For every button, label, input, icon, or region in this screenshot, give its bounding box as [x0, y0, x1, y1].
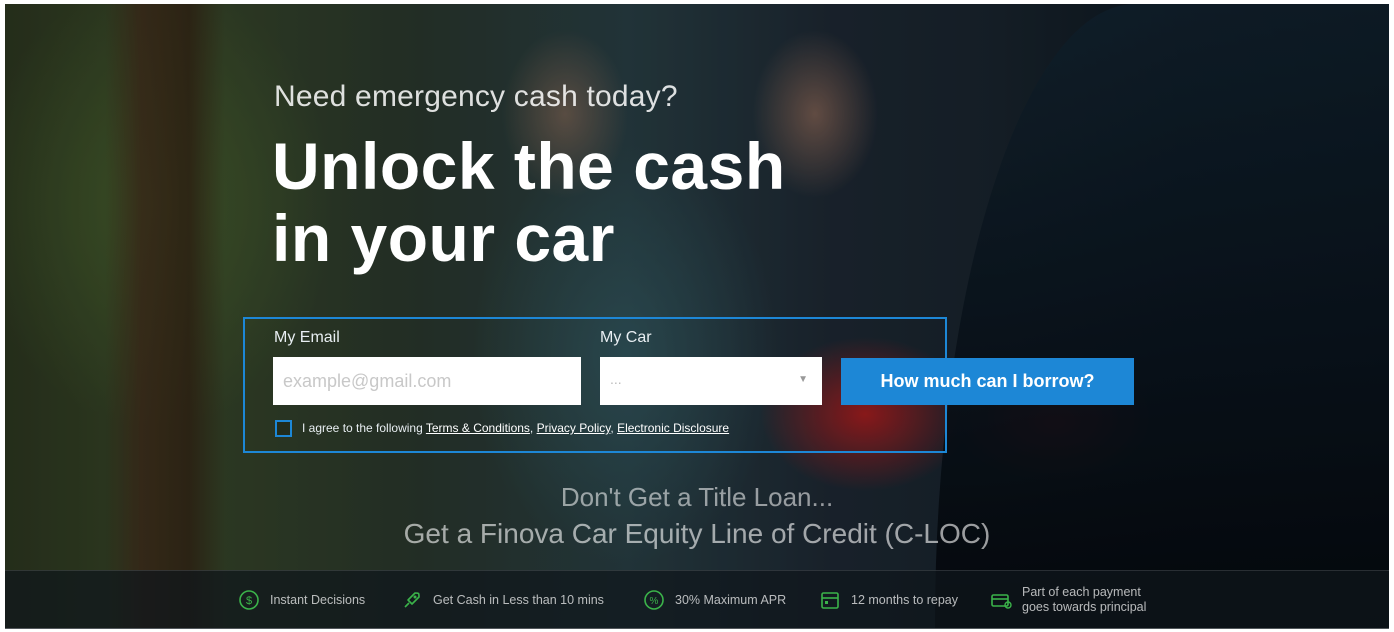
payment-icon [990, 589, 1012, 611]
hero-tagline: Need emergency cash today? [274, 80, 678, 113]
feature-cash-speed: Get Cash in Less than 10 mins [401, 571, 604, 629]
agree-prefix: I agree to the following [302, 421, 423, 435]
feature-label: Get Cash in Less than 10 mins [433, 593, 604, 607]
car-select[interactable]: ... ▼ [600, 357, 822, 405]
calendar-icon [819, 589, 841, 611]
feature-max-apr: % 30% Maximum APR [643, 571, 786, 629]
feature-label: Instant Decisions [270, 593, 366, 607]
car-select-value: ... [610, 371, 622, 387]
subheadline-line-2: Get a Finova Car Equity Line of Credit (… [403, 518, 991, 549]
feature-instant-decisions: $ Instant Decisions [238, 571, 365, 629]
dollar-icon: $ [238, 589, 260, 611]
borrow-button[interactable]: How much can I borrow? [841, 358, 1134, 405]
feature-label: 30% Maximum APR [675, 593, 787, 607]
svg-text:%: % [650, 596, 659, 607]
terms-link[interactable]: Terms & Conditions [426, 421, 530, 435]
svg-text:$: $ [246, 595, 252, 607]
rocket-icon [401, 589, 423, 611]
email-label: My Email [274, 329, 340, 346]
hero-headline: Unlock the cash in your car [272, 130, 786, 274]
feature-label: 12 months to repay [851, 593, 959, 607]
feature-repay-term: 12 months to repay [819, 571, 958, 629]
agree-checkbox[interactable] [275, 420, 292, 437]
email-input[interactable] [273, 357, 581, 405]
percent-icon: % [643, 589, 665, 611]
disclosure-link[interactable]: Electronic Disclosure [617, 421, 729, 435]
feature-label: Part of each payment goes towards princi… [1022, 585, 1146, 615]
agree-text: I agree to the following Terms & Conditi… [302, 421, 730, 435]
privacy-link[interactable]: Privacy Policy [537, 421, 611, 435]
headline-line-1: Unlock the cash [272, 129, 786, 203]
feature-label-line-1: Part of each payment [1022, 585, 1141, 599]
feature-principal: Part of each payment goes towards princi… [990, 571, 1146, 629]
feature-bar: $ Instant Decisions Get Cash in Less tha… [5, 570, 1389, 629]
car-label: My Car [600, 329, 652, 346]
headline-line-2: in your car [272, 201, 615, 275]
feature-label-line-2: goes towards principal [1022, 600, 1147, 614]
subheadline-line-1: Don't Get a Title Loan... [560, 482, 834, 512]
chevron-down-icon: ▼ [798, 374, 808, 385]
